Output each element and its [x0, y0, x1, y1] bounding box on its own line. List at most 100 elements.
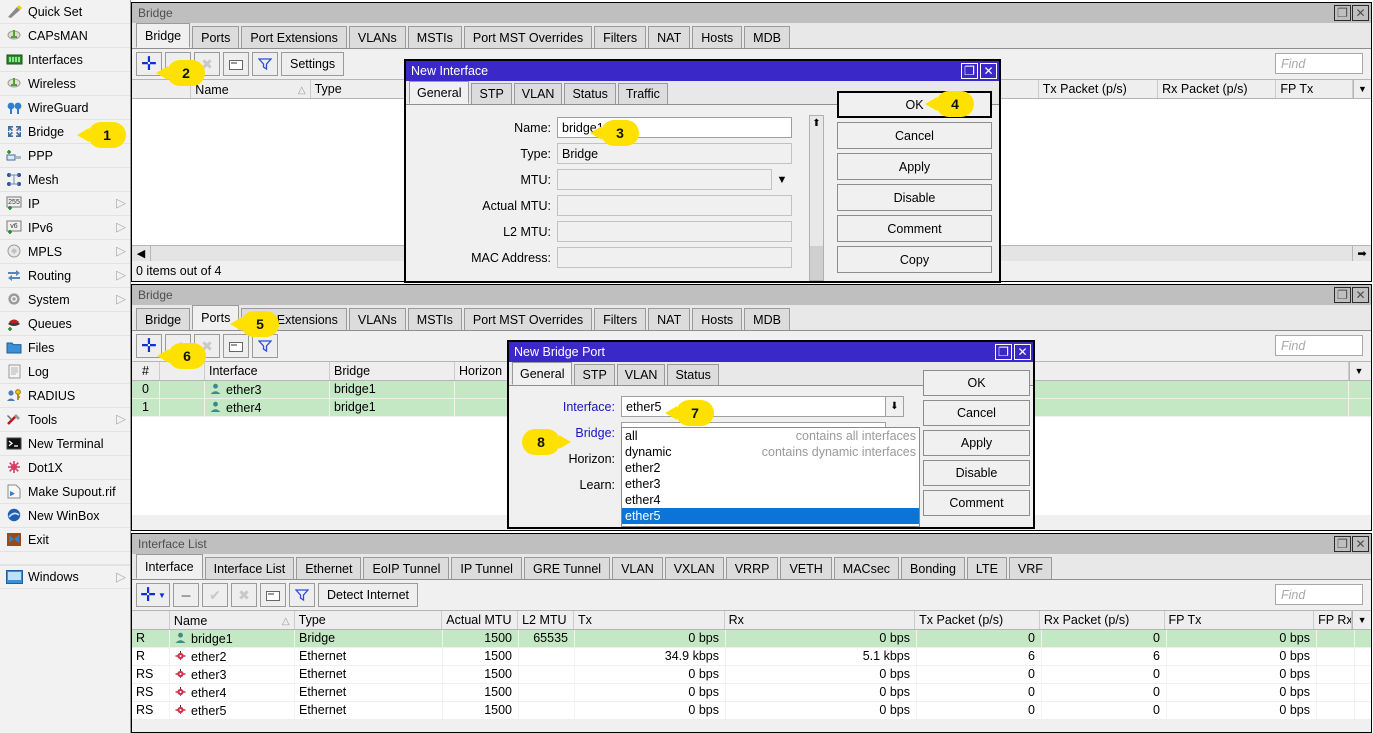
tab-port-mst-overrides[interactable]: Port MST Overrides — [463, 26, 593, 48]
dialog-close-button[interactable]: ✕ — [980, 63, 997, 79]
sidebar-item-new-winbox[interactable]: New WinBox — [0, 504, 130, 528]
tab-port-extensions[interactable]: Port Extensions — [241, 26, 347, 48]
apply-button[interactable]: Apply — [837, 153, 992, 180]
tab-gre-tunnel[interactable]: GRE Tunnel — [523, 557, 611, 579]
col-fp-rx[interactable]: FP Rx — [1314, 611, 1353, 629]
sidebar-item-log[interactable]: Log — [0, 360, 130, 384]
dropdown-option[interactable]: ether2 — [622, 460, 919, 476]
comment-button[interactable]: Comment — [837, 215, 992, 242]
tab-mstis[interactable]: MSTIs — [407, 308, 462, 330]
column-chooser-button[interactable]: ▼ — [1352, 611, 1371, 629]
sidebar-item-ipv6[interactable]: v6 IPv6 ▷ — [0, 216, 130, 240]
tab-bridge[interactable]: Bridge — [136, 308, 191, 330]
table-row[interactable]: RS ether4 Ethernet 1500 0 bps 0 bps 0 0 0 bps — [132, 684, 1371, 702]
tab-ip-tunnel[interactable]: IP Tunnel — [451, 557, 522, 579]
tab-interface-list[interactable]: Interface List — [204, 557, 295, 579]
sidebar-item-files[interactable]: Files — [0, 336, 130, 360]
maximize-button[interactable]: ❐ — [1334, 536, 1351, 552]
dialog-tab-traffic[interactable]: Traffic — [617, 83, 668, 104]
sidebar-item-exit[interactable]: Exit — [0, 528, 130, 552]
dialog-tab-vlan[interactable]: VLAN — [513, 83, 563, 104]
tab-filters[interactable]: Filters — [594, 308, 647, 330]
dialog-maximize-button[interactable]: ❐ — [995, 344, 1012, 360]
col-tx-packet[interactable]: Tx Packet (p/s) — [915, 611, 1040, 629]
col-rx-packet[interactable]: Rx Packet (p/s) — [1040, 611, 1165, 629]
dialog-tab-general[interactable]: General — [409, 81, 470, 104]
dialog-close-button[interactable]: ✕ — [1014, 344, 1031, 360]
field-input-mtu[interactable] — [557, 169, 772, 190]
apply-button[interactable]: Apply — [923, 430, 1030, 456]
field-input-actual-mtu[interactable] — [557, 195, 792, 216]
col-flags[interactable] — [132, 611, 170, 629]
dialog-tab-status[interactable]: Status — [564, 83, 616, 104]
col-actual-mtu[interactable]: Actual MTU — [442, 611, 519, 629]
dialog-vscrollbar[interactable]: ⬆ — [809, 115, 824, 281]
sidebar-item-queues[interactable]: Queues — [0, 312, 130, 336]
cancel-button[interactable]: Cancel — [837, 122, 992, 149]
sidebar-item-capsman[interactable]: CAPsMAN — [0, 24, 130, 48]
cancel-button[interactable]: Cancel — [923, 400, 1030, 426]
sidebar-item-wireless[interactable]: Wireless — [0, 72, 130, 96]
dialog-tab-stp[interactable]: STP — [471, 83, 512, 104]
tab-vlans[interactable]: VLANs — [348, 308, 406, 330]
column-chooser-button[interactable]: ▼ — [1349, 362, 1368, 380]
sidebar-item-make-supout-rif[interactable]: Make Supout.rif — [0, 480, 130, 504]
find-input[interactable]: Find — [1275, 584, 1363, 605]
tab-vrf[interactable]: VRF — [1008, 557, 1052, 579]
tab-macsec[interactable]: MACsec — [833, 557, 900, 579]
field-input-mac-address[interactable] — [557, 247, 792, 268]
tab-interface[interactable]: Interface — [136, 554, 203, 579]
field-input-interface[interactable]: ether5 — [621, 396, 886, 417]
dialog-maximize-button[interactable]: ❐ — [961, 63, 978, 79]
table-row[interactable]: RS ether3 Ethernet 1500 0 bps 0 bps 0 0 0 bps — [132, 666, 1371, 684]
settings-button[interactable]: Settings — [281, 52, 345, 76]
table-row[interactable]: Rbridge1 Bridge 1500 65535 0 bps 0 bps 0 0 0 bps — [132, 630, 1371, 648]
sidebar-item-quick-set[interactable]: Quick Set — [0, 0, 130, 24]
tab-filters[interactable]: Filters — [594, 26, 647, 48]
dialog-tab-stp[interactable]: STP — [574, 364, 615, 385]
tab-veth[interactable]: VETH — [780, 557, 832, 579]
col-fp-tx[interactable]: FP Tx — [1165, 611, 1315, 629]
ok-button[interactable]: OK — [923, 370, 1030, 396]
table-row[interactable]: Rether2 Ethernet 1500 34.9 kbps 5.1 kbps 6 6 0 … — [132, 648, 1371, 666]
tab-bonding[interactable]: Bonding — [901, 557, 965, 579]
scroll-left-icon[interactable]: ◀ — [132, 246, 151, 261]
dialog-tab-vlan[interactable]: VLAN — [616, 364, 666, 385]
sidebar-item-new-terminal[interactable]: New Terminal — [0, 432, 130, 456]
col-interface[interactable]: Interface — [205, 362, 330, 380]
field-input-l2-mtu[interactable] — [557, 221, 792, 242]
maximize-button[interactable]: ❐ — [1334, 5, 1351, 21]
window-titlebar[interactable]: Interface List ❐ ✕ — [132, 534, 1371, 554]
window-titlebar[interactable]: Bridge ❐ ✕ — [132, 3, 1371, 23]
col-tx[interactable]: Tx — [574, 611, 725, 629]
tab-mdb[interactable]: MDB — [744, 26, 790, 48]
tab-port-mst-overrides[interactable]: Port MST Overrides — [463, 308, 593, 330]
sidebar-item-interfaces[interactable]: Interfaces — [0, 48, 130, 72]
sidebar-item-ip[interactable]: 255 IP ▷ — [0, 192, 130, 216]
filter-button[interactable] — [252, 334, 278, 358]
dialog-tab-status[interactable]: Status — [667, 364, 719, 385]
tab-lte[interactable]: LTE — [966, 557, 1007, 579]
col-name[interactable]: Name △ — [191, 80, 311, 98]
dialog-titlebar[interactable]: New Bridge Port ❐ ✕ — [509, 342, 1033, 362]
col-type[interactable]: Type — [295, 611, 443, 629]
scroll-up-icon[interactable]: ⬆ — [810, 116, 823, 130]
close-button[interactable]: ✕ — [1352, 536, 1369, 552]
copy-button[interactable]: Copy — [837, 246, 992, 273]
sidebar-item-mesh[interactable]: Mesh — [0, 168, 130, 192]
disable-button[interactable]: Disable — [923, 460, 1030, 486]
tab-ports[interactable]: Ports — [192, 26, 240, 48]
tab-vrrp[interactable]: VRRP — [725, 557, 779, 579]
disable-button[interactable]: Disable — [837, 184, 992, 211]
scroll-right-icon[interactable]: ➡ — [1352, 246, 1371, 261]
table-row[interactable]: RS ether5 Ethernet 1500 0 bps 0 bps 0 0 0 bps — [132, 702, 1371, 720]
sidebar-item-wireguard[interactable]: WireGuard — [0, 96, 130, 120]
dropdown-option[interactable]: ether5 — [622, 508, 919, 524]
col-bridge[interactable]: Bridge — [330, 362, 455, 380]
window-titlebar[interactable]: Bridge ❐ ✕ — [132, 285, 1371, 305]
disable-button[interactable]: ✖ — [231, 583, 257, 607]
dropdown-arrow-icon[interactable]: ⬇ — [886, 396, 904, 417]
comment-button[interactable] — [223, 52, 249, 76]
add-button[interactable]: ✛ ▼ — [136, 583, 170, 607]
sidebar-item-dot1x[interactable]: Dot1X — [0, 456, 130, 480]
